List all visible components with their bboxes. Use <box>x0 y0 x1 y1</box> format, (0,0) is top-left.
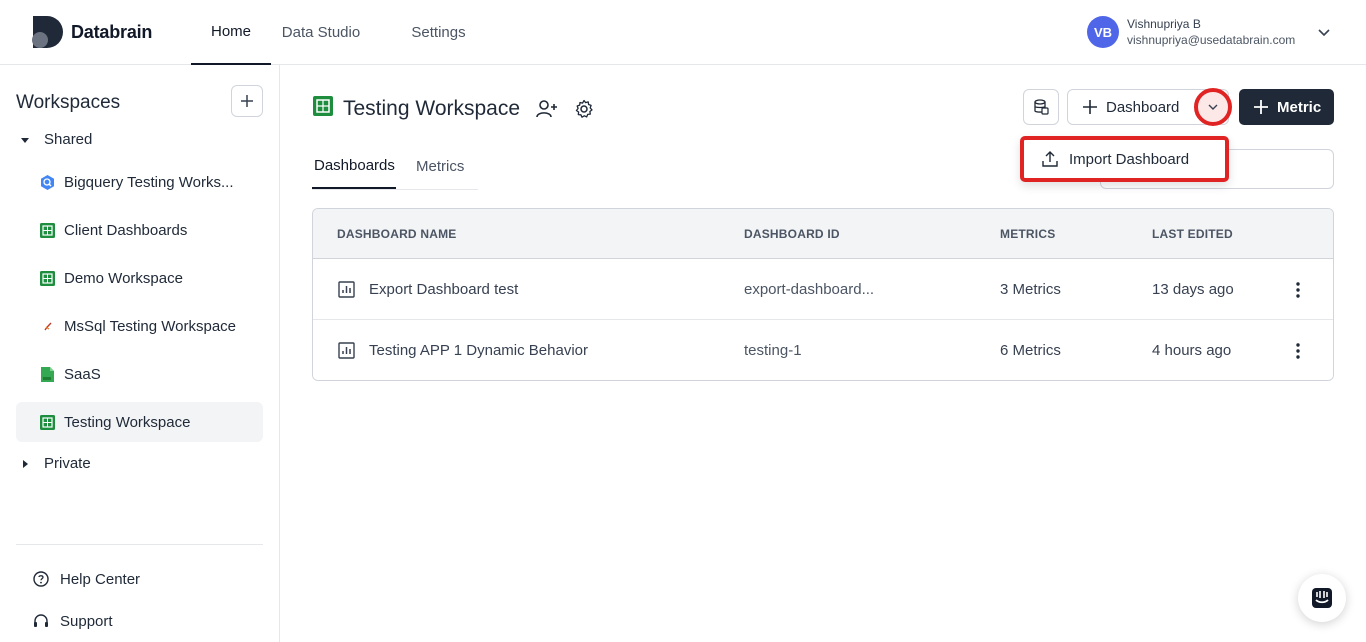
sidebar: Workspaces Shared Bigquery Testing Works… <box>0 65 280 642</box>
more-vertical-icon[interactable] <box>1290 340 1306 362</box>
csv-icon <box>39 366 56 383</box>
table-row[interactable]: Testing APP 1 Dynamic Behavior testing-1… <box>313 320 1333 380</box>
last-edited: 4 hours ago <box>1152 342 1232 359</box>
private-group-toggle[interactable]: Private <box>20 455 91 472</box>
chevron-down-icon[interactable] <box>1316 24 1332 45</box>
private-group-label: Private <box>44 455 91 472</box>
metrics-count: 3 Metrics <box>1000 281 1061 298</box>
sidebar-item-saas[interactable]: SaaS <box>16 354 263 394</box>
upload-icon <box>1042 151 1058 167</box>
dashboard-id: export-dashboard... <box>744 281 875 298</box>
page-header: Testing Workspace <box>312 95 594 122</box>
shared-group-label: Shared <box>44 131 93 148</box>
dashboard-name[interactable]: Testing APP 1 Dynamic Behavior <box>369 342 588 359</box>
sidebar-divider <box>16 544 263 545</box>
gear-icon[interactable] <box>574 99 594 119</box>
sidebar-item-bigquery-testing[interactable]: Bigquery Testing Works... <box>16 162 263 202</box>
more-vertical-icon[interactable] <box>1290 279 1306 301</box>
chat-icon <box>1312 588 1332 608</box>
sidebar-item-client-dashboards[interactable]: Client Dashboards <box>16 210 263 250</box>
user-name: Vishnupriya B <box>1127 17 1201 31</box>
col-metrics: METRICS <box>1000 227 1056 241</box>
table-header: DASHBOARD NAME DASHBOARD ID METRICS LAST… <box>313 209 1333 259</box>
help-center-label: Help Center <box>60 570 141 588</box>
import-dashboard-menu-item[interactable]: Import Dashboard <box>1020 136 1229 182</box>
avatar[interactable]: VB <box>1087 16 1119 48</box>
nav-home[interactable]: Home <box>191 0 271 65</box>
data-source-button[interactable] <box>1023 89 1059 125</box>
dashboards-table: DASHBOARD NAME DASHBOARD ID METRICS LAST… <box>312 208 1334 381</box>
top-navbar: Databrain Home Data Studio Settings VB V… <box>0 0 1366 65</box>
tab-metrics[interactable]: Metrics <box>396 144 478 189</box>
bigquery-icon <box>39 174 56 191</box>
user-email: vishnupriya@usedatabrain.com <box>1127 33 1296 47</box>
sidebar-item-label: MsSql Testing Workspace <box>64 317 237 335</box>
sidebar-item-label: Client Dashboards <box>64 221 188 239</box>
sidebar-item-label: Bigquery Testing Works... <box>64 173 234 191</box>
spreadsheet-icon <box>39 270 56 287</box>
support-link[interactable]: Support <box>32 612 113 630</box>
tab-dashboards[interactable]: Dashboards <box>312 144 396 189</box>
content-tabs: Dashboards Metrics <box>312 144 478 190</box>
databrain-logo-icon <box>31 16 63 48</box>
shared-group-toggle[interactable]: Shared <box>20 131 92 148</box>
sidebar-item-mssql-testing[interactable]: MsSql Testing Workspace <box>16 306 263 346</box>
user-menu[interactable]: VB Vishnupriya B vishnupriya@usedatabrai… <box>1087 16 1330 48</box>
col-dashboard-name: DASHBOARD NAME <box>337 227 457 241</box>
sidebar-item-label: Testing Workspace <box>64 413 191 431</box>
import-dashboard-label: Import Dashboard <box>1069 150 1190 168</box>
sidebar-item-demo-workspace[interactable]: Demo Workspace <box>16 258 263 298</box>
page-title: Testing Workspace <box>343 96 521 120</box>
nav-data-studio[interactable]: Data Studio <box>271 0 371 65</box>
table-row[interactable]: Export Dashboard test export-dashboard..… <box>313 259 1333 320</box>
main-nav: Home Data Studio Settings <box>191 0 506 65</box>
caret-down-icon <box>21 137 29 143</box>
caret-right-icon <box>23 459 28 468</box>
col-dashboard-id: DASHBOARD ID <box>744 227 840 241</box>
main-content: Testing Workspace Dashboard Metric Dashb… <box>281 65 1366 642</box>
add-user-icon[interactable] <box>536 99 558 119</box>
database-icon <box>1034 99 1049 115</box>
spreadsheet-icon <box>312 95 334 122</box>
plus-icon <box>241 95 253 107</box>
nav-settings[interactable]: Settings <box>371 0 506 65</box>
add-dashboard-label: Dashboard <box>1106 98 1180 116</box>
help-circle-icon <box>33 571 49 587</box>
sidebar-item-label: SaaS <box>64 365 101 383</box>
dashboard-dropdown-button[interactable] <box>1194 88 1232 126</box>
sidebar-item-testing-workspace[interactable]: Testing Workspace <box>16 402 263 442</box>
help-center-link[interactable]: Help Center <box>32 570 140 588</box>
dashboard-id: testing-1 <box>744 342 802 359</box>
chart-icon <box>338 342 355 364</box>
plus-icon <box>1083 100 1097 114</box>
last-edited: 13 days ago <box>1152 281 1234 298</box>
mssql-icon <box>39 318 56 335</box>
chart-icon <box>338 281 355 303</box>
chat-launcher-button[interactable] <box>1298 574 1346 622</box>
add-metric-label: Metric <box>1277 98 1322 116</box>
metrics-count: 6 Metrics <box>1000 342 1061 359</box>
add-metric-button[interactable]: Metric <box>1239 89 1334 125</box>
sidebar-item-label: Demo Workspace <box>64 269 183 287</box>
plus-icon <box>1254 100 1268 114</box>
col-last-edited: LAST EDITED <box>1152 227 1233 241</box>
app-name: Databrain <box>71 21 153 42</box>
add-workspace-button[interactable] <box>231 85 263 117</box>
workspaces-heading: Workspaces <box>16 92 121 113</box>
headset-icon <box>34 614 48 627</box>
spreadsheet-icon <box>39 414 56 431</box>
chevron-down-icon <box>1208 104 1218 110</box>
dashboard-name[interactable]: Export Dashboard test <box>369 281 518 298</box>
spreadsheet-icon <box>39 222 56 239</box>
logo[interactable]: Databrain <box>31 16 152 48</box>
support-label: Support <box>60 612 113 630</box>
